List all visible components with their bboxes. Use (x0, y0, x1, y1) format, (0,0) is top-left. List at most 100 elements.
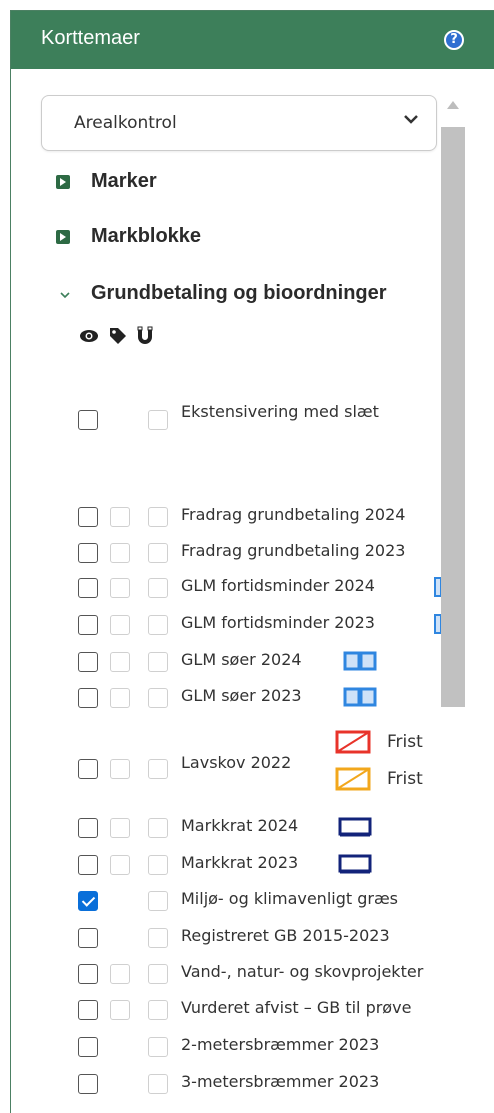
layer-checkbox[interactable] (78, 1074, 98, 1094)
snap-toggle-checkbox[interactable] (148, 578, 168, 598)
layer-row: Vurderet afvist – GB til prøve (11, 994, 441, 1024)
label-toggle-checkbox[interactable] (110, 1000, 130, 1020)
legend-symbol-icon (338, 854, 372, 874)
layer-checkbox[interactable] (78, 578, 98, 598)
label-toggle-checkbox[interactable] (110, 652, 130, 672)
layer-label: Markkrat 2024 (181, 816, 299, 835)
snap-toggle-checkbox[interactable] (148, 818, 168, 838)
layer-row: Fradrag grundbetaling 2023 (11, 537, 441, 567)
label-toggle-checkbox[interactable] (110, 759, 130, 779)
snap-toggle-checkbox[interactable] (148, 928, 168, 948)
layer-label: Miljø- og klimavenligt græs (181, 889, 399, 908)
layer-label: Vand-, natur- og skovprojekter (181, 962, 424, 981)
snap-toggle-checkbox[interactable] (148, 1074, 168, 1094)
layer-row: Fradrag grundbetaling 2024 (11, 501, 441, 531)
snap-toggle-checkbox[interactable] (148, 964, 168, 984)
snap-toggle-checkbox[interactable] (148, 410, 168, 430)
label-toggle-checkbox[interactable] (110, 578, 130, 598)
label-toggle-checkbox[interactable] (110, 855, 130, 875)
layer-checkbox[interactable] (78, 964, 98, 984)
group-marker[interactable]: Marker (11, 167, 441, 197)
tag-icon (110, 328, 126, 344)
layer-label: GLM søer 2023 (181, 686, 302, 705)
layer-label: Fradrag grundbetaling 2023 (181, 541, 406, 560)
legend-symbol-icon (335, 730, 371, 754)
help-icon[interactable]: ? (444, 30, 464, 50)
scrollbar[interactable] (441, 95, 465, 1113)
layer-tools (79, 325, 199, 349)
panel-title: Korttemaer (41, 27, 140, 49)
label-toggle-checkbox[interactable] (110, 507, 130, 527)
group-grundbetaling[interactable]: Grundbetaling og bioordninger (11, 279, 441, 309)
snap-toggle-checkbox[interactable] (148, 688, 168, 708)
layer-row: Vand-, natur- og skovprojekter (11, 958, 441, 988)
theme-select-value: Arealkontrol (74, 113, 177, 133)
layer-row: 2-metersbræmmer 2023 (11, 1031, 441, 1061)
snap-toggle-checkbox[interactable] (148, 1037, 168, 1057)
chevron-down-icon (404, 115, 418, 124)
theme-select[interactable]: Arealkontrol (41, 95, 437, 151)
expand-icon[interactable] (56, 175, 70, 189)
group-label: Marker (91, 170, 157, 192)
snap-toggle-checkbox[interactable] (148, 759, 168, 779)
label-toggle-checkbox[interactable] (110, 543, 130, 563)
layer-row: Registreret GB 2015-2023 (11, 922, 441, 952)
layer-checkbox[interactable] (78, 1037, 98, 1057)
snap-toggle-checkbox[interactable] (148, 652, 168, 672)
layer-label: GLM fortidsminder 2024 (181, 576, 375, 595)
layer-checkbox[interactable] (78, 507, 98, 527)
magnet-icon (137, 326, 153, 344)
panel-body: Arealkontrol Marker Markblokke Grundbeta… (11, 69, 441, 1113)
layer-row: GLM fortidsminder 2023 (11, 609, 441, 639)
legend-symbol-icon (434, 577, 441, 597)
layer-checkbox[interactable] (78, 928, 98, 948)
scroll-up-arrow[interactable] (447, 101, 459, 109)
legend-symbol-icon (343, 651, 377, 671)
label-toggle-checkbox[interactable] (110, 615, 130, 635)
legend-symbol-icon (335, 767, 371, 791)
layer-checkbox[interactable] (78, 543, 98, 563)
legend-item: Frist (333, 766, 423, 792)
layer-checkbox[interactable] (78, 688, 98, 708)
snap-toggle-checkbox[interactable] (148, 855, 168, 875)
panel-header: Korttemaer ? (11, 11, 494, 69)
group-markblokke[interactable]: Markblokke (11, 222, 441, 252)
korttemaer-panel: Korttemaer ? Arealkontrol Marker Markblo… (10, 10, 494, 1113)
legend-symbol-icon (343, 687, 377, 707)
layer-label: Lavskov 2022 (181, 753, 292, 772)
snap-toggle-checkbox[interactable] (148, 615, 168, 635)
label-toggle-checkbox[interactable] (110, 964, 130, 984)
legend-item: Frist (333, 729, 423, 755)
layer-checkbox[interactable] (78, 410, 98, 430)
layer-label: GLM søer 2024 (181, 650, 302, 669)
layer-row: Markkrat 2023 (11, 849, 441, 879)
snap-toggle-checkbox[interactable] (148, 891, 168, 911)
layer-label: Ekstensivering med slæt (181, 402, 379, 421)
expand-icon[interactable] (56, 230, 70, 244)
group-label: Markblokke (91, 225, 202, 247)
layer-checkbox[interactable] (78, 855, 98, 875)
label-toggle-checkbox[interactable] (110, 818, 130, 838)
layer-label: 2-metersbræmmer 2023 (181, 1035, 380, 1054)
scroll-thumb[interactable] (441, 127, 465, 707)
layer-checkbox[interactable] (78, 759, 98, 779)
layer-checkbox[interactable] (78, 615, 98, 635)
chevron-down-icon[interactable] (59, 289, 71, 301)
group-label: Grundbetaling og bioordninger (91, 282, 387, 304)
layer-label: GLM fortidsminder 2023 (181, 613, 375, 632)
layer-checkbox[interactable] (78, 652, 98, 672)
layer-row: Markkrat 2024 (11, 812, 441, 842)
layer-checkbox[interactable] (78, 891, 98, 911)
layer-label: Vurderet afvist – GB til prøve (181, 998, 412, 1017)
snap-toggle-checkbox[interactable] (148, 543, 168, 563)
snap-toggle-checkbox[interactable] (148, 1000, 168, 1020)
layer-row: GLM søer 2024 (11, 646, 441, 676)
legend-symbol-icon (434, 614, 441, 634)
layer-row: Lavskov 2022 Frist Frist (11, 729, 441, 803)
layer-checkbox[interactable] (78, 1000, 98, 1020)
layer-row: GLM søer 2023 (11, 682, 441, 712)
layer-checkbox[interactable] (78, 818, 98, 838)
layer-label: Fradrag grundbetaling 2024 (181, 505, 406, 524)
snap-toggle-checkbox[interactable] (148, 507, 168, 527)
label-toggle-checkbox[interactable] (110, 688, 130, 708)
